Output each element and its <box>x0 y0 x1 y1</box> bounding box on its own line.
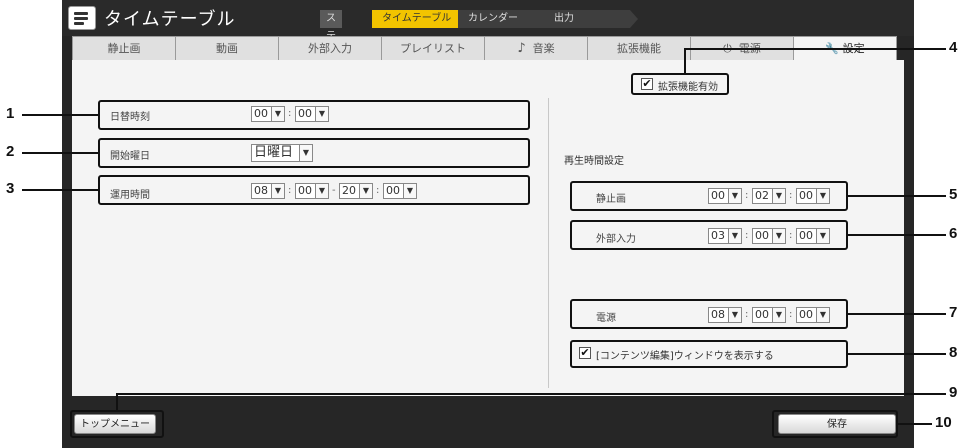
callout-number-4: 4 <box>949 39 958 56</box>
leader-line-9-vertical <box>116 393 118 411</box>
tab-external-input[interactable]: 外部入力 <box>278 36 382 60</box>
leader-line-9 <box>116 393 946 395</box>
leader-line-4-vertical <box>684 48 686 74</box>
callout-box-2 <box>98 138 530 168</box>
tab-playlist[interactable]: プレイリスト <box>381 36 485 60</box>
callout-box-7 <box>570 299 848 329</box>
tab-label: プレイリスト <box>400 42 466 55</box>
callout-number-5: 5 <box>949 186 958 203</box>
step-label: ステップ <box>320 10 342 78</box>
leader-line-4 <box>684 48 946 50</box>
music-note-icon: ♪ <box>517 41 526 56</box>
callout-number-1: 1 <box>6 105 15 122</box>
leader-line-7 <box>848 313 946 315</box>
title-bar: タイムテーブル ステップ タイムテーブル カレンダー 出力 <box>62 0 914 78</box>
leader-line-3 <box>22 189 98 191</box>
tab-label: 動画 <box>216 42 238 55</box>
callout-box-1 <box>98 100 530 130</box>
hamburger-menu-icon[interactable] <box>68 6 96 30</box>
column-divider <box>548 98 549 388</box>
tab-music[interactable]: ♪ 音楽 <box>484 36 588 60</box>
tab-label: 静止画 <box>107 42 141 55</box>
tab-extension[interactable]: 拡張機能 <box>587 36 691 60</box>
step-timetable[interactable]: タイムテーブル <box>372 10 466 28</box>
callout-box-9 <box>70 410 164 438</box>
callout-box-3 <box>98 175 530 205</box>
tab-label: 拡張機能 <box>617 42 661 55</box>
tab-label: 音楽 <box>532 42 555 55</box>
leader-line-10 <box>898 423 932 425</box>
tab-still-image[interactable]: 静止画 <box>72 36 176 60</box>
tab-label: 外部入力 <box>308 42 352 55</box>
callout-number-2: 2 <box>6 143 15 160</box>
step-calendar[interactable]: カレンダー <box>458 10 552 28</box>
callout-box-10 <box>772 410 898 438</box>
tab-video[interactable]: 動画 <box>175 36 279 60</box>
leader-line-1 <box>22 114 98 116</box>
callout-number-3: 3 <box>6 180 15 197</box>
step-output[interactable]: 出力 <box>544 10 638 28</box>
leader-line-5 <box>848 195 946 197</box>
app-title: タイムテーブル <box>104 9 236 30</box>
callout-box-6 <box>570 220 848 250</box>
callout-box-4 <box>631 73 729 95</box>
callout-number-10: 10 <box>935 414 952 431</box>
playback-time-settings-title: 再生時間設定 <box>564 156 624 167</box>
callout-number-8: 8 <box>949 344 958 361</box>
leader-line-8 <box>848 353 946 355</box>
callout-number-9: 9 <box>949 384 958 401</box>
callout-number-7: 7 <box>949 304 958 321</box>
leader-line-2 <box>22 152 98 154</box>
callout-box-5 <box>570 181 848 211</box>
callout-number-6: 6 <box>949 225 958 242</box>
callout-box-8 <box>570 340 848 368</box>
leader-line-6 <box>848 234 946 236</box>
